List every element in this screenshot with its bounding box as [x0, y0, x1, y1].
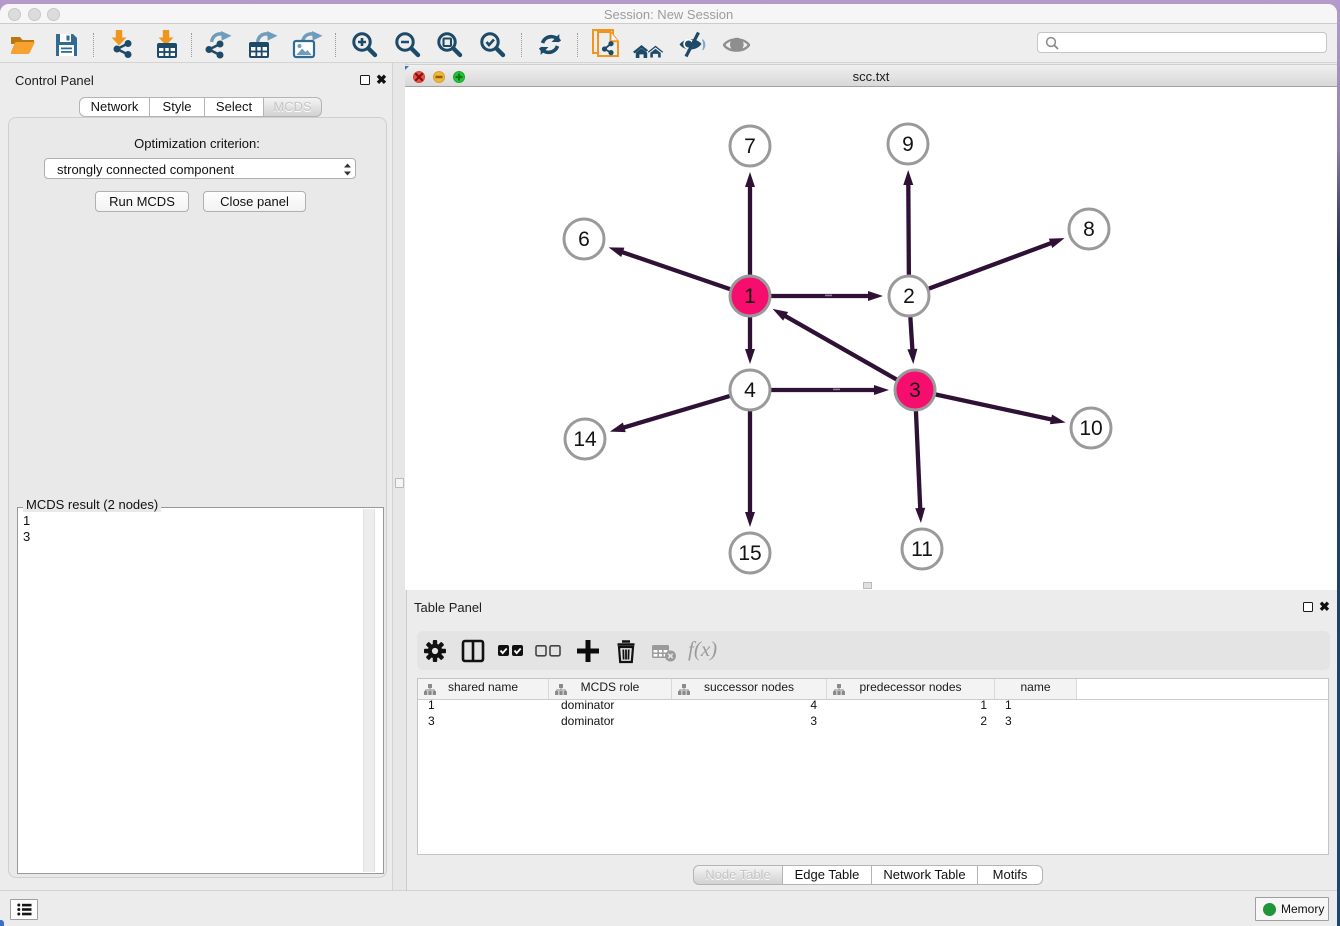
svg-text:3: 3 — [909, 379, 921, 402]
svg-text:15: 15 — [738, 542, 761, 565]
svg-text:8: 8 — [1083, 218, 1095, 241]
svg-text:10: 10 — [1079, 417, 1102, 440]
svg-text:6: 6 — [578, 228, 590, 251]
svg-text:14: 14 — [573, 428, 597, 451]
svg-text:2: 2 — [903, 285, 915, 308]
svg-text:4: 4 — [744, 379, 756, 402]
svg-text:9: 9 — [902, 133, 914, 156]
svg-text:7: 7 — [744, 135, 756, 158]
svg-text:1: 1 — [744, 285, 756, 308]
svg-text:11: 11 — [911, 538, 933, 561]
